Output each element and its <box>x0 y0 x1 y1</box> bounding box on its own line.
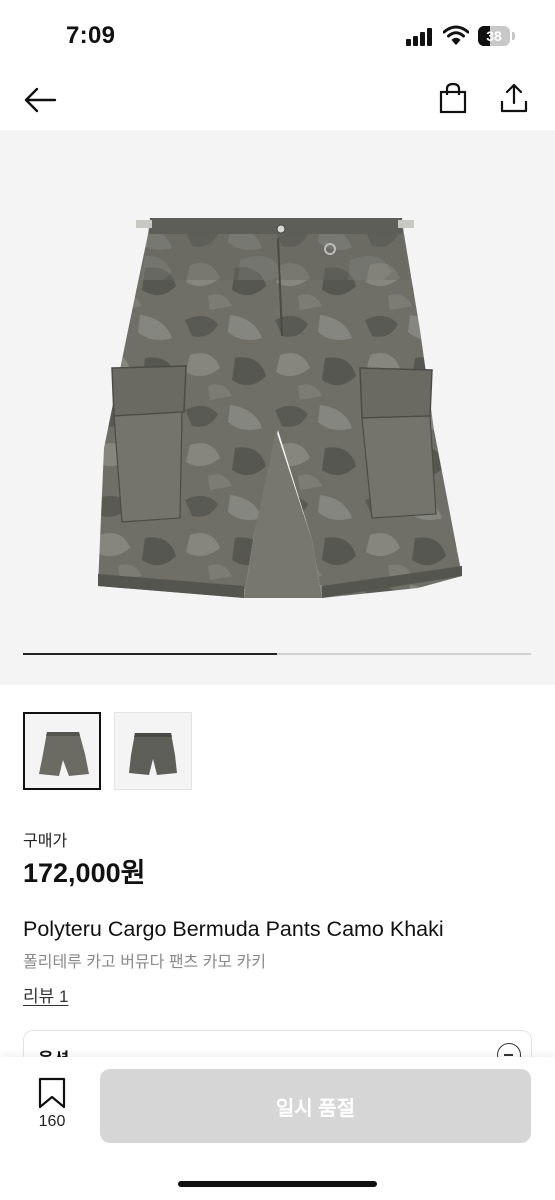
product-title-korean: 폴리테루 카고 버뮤다 팬츠 카모 카키 <box>23 954 267 971</box>
product-title: Polyteru Cargo Bermuda Pants Camo Khaki <box>23 917 444 941</box>
top-nav-bar <box>0 70 555 128</box>
shopping-bag-button[interactable] <box>434 78 472 118</box>
battery-level: 38 <box>486 28 502 44</box>
product-image-carousel[interactable] <box>0 130 555 685</box>
carousel-progress-track <box>23 653 531 655</box>
bookmark-icon <box>38 1077 66 1109</box>
carousel-progress-fill <box>23 653 277 655</box>
share-button[interactable] <box>494 78 534 118</box>
bookmark-button[interactable]: 160 <box>30 1077 74 1137</box>
share-upload-icon <box>500 83 528 113</box>
thumbnail-2[interactable] <box>114 712 192 790</box>
battery-icon: 38 <box>478 26 516 46</box>
sold-out-button[interactable]: 일시 품절 <box>100 1069 531 1143</box>
thumbnail-shorts-image <box>39 732 89 776</box>
bookmark-count: 160 <box>38 1113 66 1130</box>
home-indicator <box>178 1181 377 1187</box>
product-price: 172,000원 <box>23 858 146 888</box>
thumbnail-shorts-image <box>129 733 177 775</box>
bottom-action-bar: 160 일시 품절 <box>0 1057 555 1200</box>
cellular-signal-icon <box>406 28 434 46</box>
status-bar: 7:09 38 <box>0 0 555 70</box>
back-button[interactable] <box>20 80 60 120</box>
review-link[interactable]: 리뷰 1 <box>23 982 68 1007</box>
camo-cargo-shorts-image <box>98 218 462 598</box>
thumbnail-1[interactable] <box>23 712 101 790</box>
status-time: 7:09 <box>66 22 116 49</box>
arrow-left-icon <box>24 87 57 113</box>
wifi-icon <box>443 25 469 45</box>
shopping-bag-icon <box>439 82 467 114</box>
price-label: 구매가 <box>23 833 68 850</box>
